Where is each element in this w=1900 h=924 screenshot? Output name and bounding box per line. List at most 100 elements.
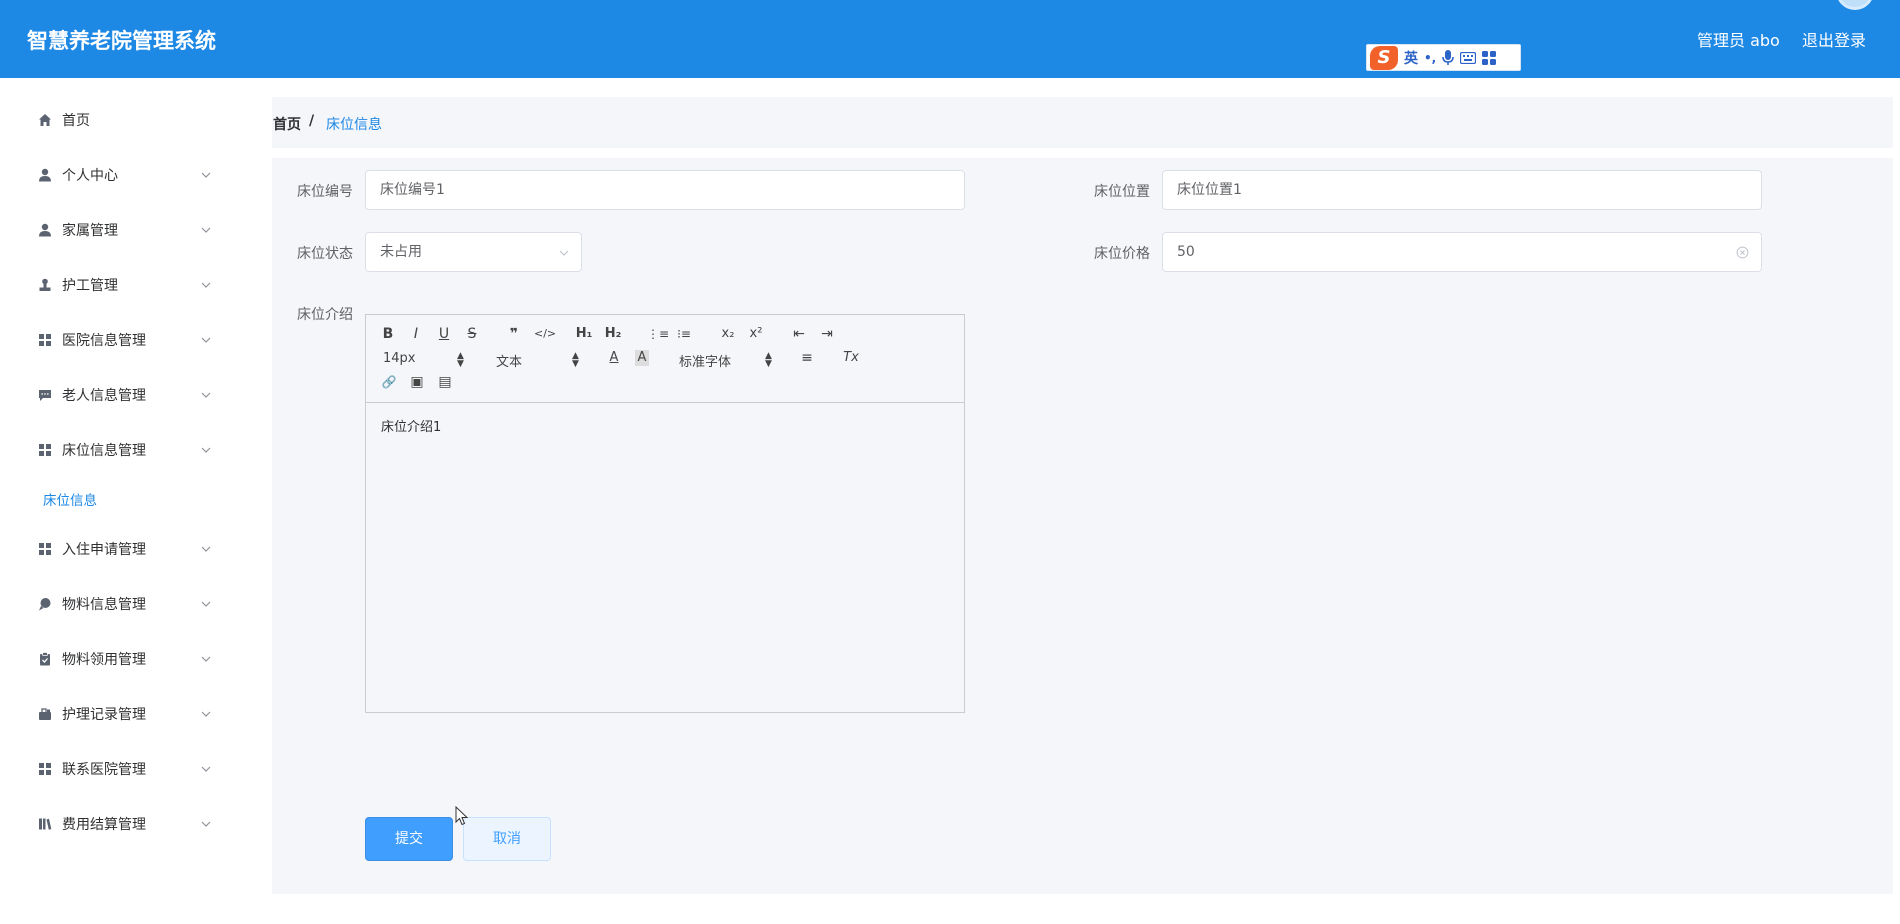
breadcrumb: [272, 97, 1893, 148]
clear-icon[interactable]: [1736, 246, 1749, 259]
sidebar-item-checkin-apply[interactable]: 入住申请管理: [0, 532, 253, 566]
video-button[interactable]: ▤: [437, 374, 453, 390]
sidebar-item-personal-center[interactable]: 个人中心: [0, 158, 253, 192]
sidebar-subitem-bed-info[interactable]: 床位信息: [0, 482, 253, 516]
top-header: 智慧养老院管理系统 S 英 •, 管理员 abo 退出登录: [0, 0, 1900, 78]
font-size-picker[interactable]: 14px: [383, 351, 416, 366]
chevron-down-icon: [201, 821, 211, 827]
mouse-cursor-icon: [455, 806, 469, 826]
font-family-picker[interactable]: 标准字体: [679, 351, 731, 370]
ime-toolbar[interactable]: S 英 •,: [1366, 44, 1521, 71]
sidebar-item-label: 护理记录管理: [62, 707, 146, 723]
ime-menu-icon[interactable]: [1482, 50, 1497, 65]
sidebar-subitem-label: 床位信息: [43, 493, 97, 509]
link-button[interactable]: 🔗: [381, 374, 397, 390]
chevron-down-icon: [201, 227, 211, 233]
chevron-down-icon: [201, 282, 211, 288]
bed-intro-label: 床位介绍: [297, 307, 353, 323]
font-size-picker-arrows-icon: ▲ ▼: [457, 351, 464, 369]
bed-location-field[interactable]: 床位位置1: [1162, 170, 1762, 210]
home-icon: [38, 113, 52, 127]
sidebar-item-caregiver[interactable]: 护工管理: [0, 268, 253, 302]
sidebar-item-nursing-records[interactable]: 护理记录管理: [0, 697, 253, 731]
sidebar-item-label: 首页: [62, 113, 90, 129]
current-user-label: 管理员 abo: [1697, 31, 1780, 50]
logout-link[interactable]: 退出登录: [1802, 27, 1866, 51]
editor-content[interactable]: 床位介绍1: [381, 416, 441, 435]
sidebar-item-label: 物料领用管理: [62, 652, 146, 668]
bold-button[interactable]: B: [381, 326, 395, 342]
sidebar-item-label: 家属管理: [62, 223, 118, 239]
text-color-button[interactable]: A: [607, 350, 621, 366]
bed-status-select[interactable]: 未占用: [365, 232, 582, 272]
chat-icon: [38, 388, 52, 402]
sidebar-item-bed-info[interactable]: 床位信息管理: [0, 433, 253, 467]
keyboard-icon[interactable]: [1460, 51, 1477, 64]
chevron-down-icon: [559, 250, 569, 256]
block-type-picker[interactable]: 文本: [496, 351, 522, 370]
sidebar-item-label: 护工管理: [62, 278, 118, 294]
submit-button[interactable]: 提交: [365, 817, 453, 861]
sidebar-item-elderly-info[interactable]: 老人信息管理: [0, 378, 253, 412]
avatar[interactable]: [1836, 0, 1874, 10]
header-2-button[interactable]: H₂: [604, 326, 622, 342]
pin-icon: [38, 597, 52, 611]
code-block-button[interactable]: </>: [534, 326, 556, 342]
ime-lang-toggle[interactable]: 英: [1404, 48, 1418, 68]
sogou-logo-icon[interactable]: S: [1370, 45, 1398, 70]
sidebar-item-label: 床位信息管理: [62, 443, 146, 459]
briefcase-icon: [38, 707, 52, 721]
sidebar-item-home[interactable]: 首页: [0, 103, 253, 137]
strike-button[interactable]: S: [465, 326, 479, 342]
stamp-icon: [38, 278, 52, 292]
cancel-button[interactable]: 取消: [463, 817, 551, 861]
sidebar-item-hospital-info[interactable]: 医院信息管理: [0, 323, 253, 357]
chevron-down-icon: [201, 711, 211, 717]
bed-status-value: 未占用: [380, 244, 422, 260]
chevron-down-icon: [201, 766, 211, 772]
sidebar-item-label: 医院信息管理: [62, 333, 146, 349]
app-title: 智慧养老院管理系统: [27, 29, 216, 53]
chevron-down-icon: [201, 447, 211, 453]
bed-status-label: 床位状态: [297, 246, 353, 262]
align-button[interactable]: ≡: [799, 350, 815, 366]
bed-price-label: 床位价格: [1094, 246, 1150, 262]
bullet-list-button[interactable]: ⁝≡: [675, 326, 693, 342]
underline-button[interactable]: U: [437, 326, 451, 342]
chevron-down-icon: [201, 392, 211, 398]
sidebar-item-material-info[interactable]: 物料信息管理: [0, 587, 253, 621]
indent-button[interactable]: ⇥: [818, 326, 836, 342]
sidebar-item-contact-hospital[interactable]: 联系医院管理: [0, 752, 253, 786]
user-icon: [38, 223, 52, 237]
editor-toolbar: B I U S ❞ </> H₁ H₂ ⋮≡ ⁝≡ x₂ x² ⇤ ⇥ 14px…: [366, 315, 964, 403]
sidebar-item-label: 物料信息管理: [62, 597, 146, 613]
grid-icon: [38, 542, 52, 556]
image-button[interactable]: ▣: [409, 374, 425, 390]
book-icon: [38, 817, 52, 831]
blockquote-button[interactable]: ❞: [506, 326, 522, 342]
subscript-button[interactable]: x₂: [719, 326, 737, 342]
clipboard-icon: [38, 652, 52, 666]
chevron-down-icon: [201, 656, 211, 662]
rich-text-editor[interactable]: B I U S ❞ </> H₁ H₂ ⋮≡ ⁝≡ x₂ x² ⇤ ⇥ 14px…: [365, 314, 965, 713]
superscript-button[interactable]: x²: [747, 326, 765, 342]
ordered-list-button[interactable]: ⋮≡: [647, 326, 669, 342]
ime-punct-icon[interactable]: •,: [1424, 51, 1436, 65]
sidebar-item-label: 个人中心: [62, 168, 118, 184]
outdent-button[interactable]: ⇤: [790, 326, 808, 342]
background-color-button[interactable]: A: [635, 350, 649, 366]
sidebar-item-material-usage[interactable]: 物料领用管理: [0, 642, 253, 676]
bed-price-field[interactable]: 50: [1162, 232, 1762, 272]
italic-button[interactable]: I: [409, 326, 423, 342]
bed-no-label: 床位编号: [297, 184, 353, 200]
breadcrumb-separator: /: [309, 113, 315, 129]
breadcrumb-home-link[interactable]: 首页: [273, 114, 301, 134]
chevron-down-icon: [201, 337, 211, 343]
header-1-button[interactable]: H₁: [575, 326, 593, 342]
microphone-icon[interactable]: [1442, 49, 1454, 66]
sidebar-item-family[interactable]: 家属管理: [0, 213, 253, 247]
sidebar-item-billing[interactable]: 费用结算管理: [0, 807, 253, 841]
clean-format-button[interactable]: Tx: [842, 350, 860, 366]
chevron-down-icon: [201, 601, 211, 607]
bed-no-field[interactable]: 床位编号1: [365, 170, 965, 210]
